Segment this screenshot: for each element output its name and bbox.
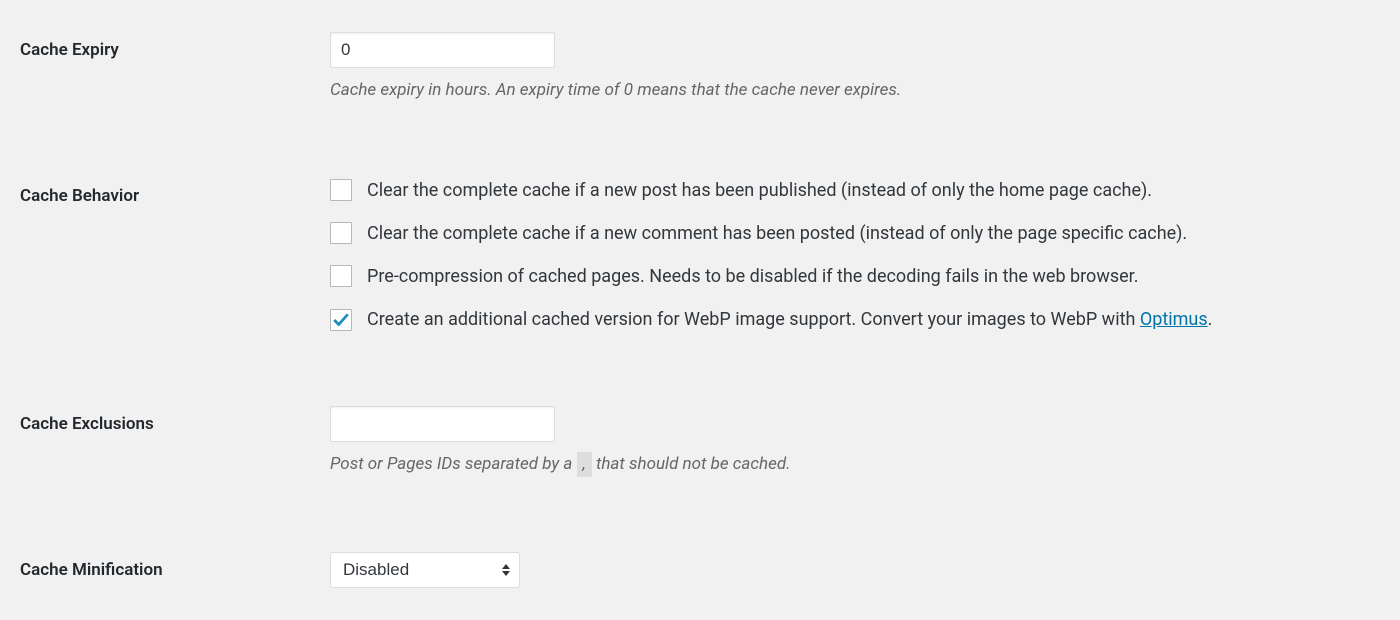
cache-exclusions-description: Post or Pages IDs separated by a , that … <box>330 452 1380 478</box>
cache-expiry-description: Cache expiry in hours. An expiry time of… <box>330 78 1380 104</box>
cache-exclusions-input[interactable] <box>330 406 555 442</box>
exclusions-desc-after: that should not be cached. <box>592 454 791 474</box>
behavior-option-precompression: Pre-compression of cached pages. Needs t… <box>330 264 1380 289</box>
behavior-option-webp: Create an additional cached version for … <box>330 307 1380 332</box>
cache-exclusions-label: Cache Exclusions <box>20 406 330 434</box>
cache-expiry-label: Cache Expiry <box>20 32 330 60</box>
cache-expiry-row: Cache Expiry Cache expiry in hours. An e… <box>0 20 1400 116</box>
behavior-option-clear-post: Clear the complete cache if a new post h… <box>330 178 1380 203</box>
cache-behavior-row: Cache Behavior Clear the complete cache … <box>0 166 1400 345</box>
minification-select-wrapper: Disabled <box>330 552 520 588</box>
cache-minification-label: Cache Minification <box>20 552 330 580</box>
behavior-option-clear-comment: Clear the complete cache if a new commen… <box>330 221 1380 246</box>
check-icon <box>332 311 350 329</box>
separator-char: , <box>577 452 592 476</box>
behavior-label-precompression: Pre-compression of cached pages. Needs t… <box>367 264 1138 289</box>
cache-minification-row: Cache Minification Disabled <box>0 540 1400 600</box>
cache-exclusions-row: Cache Exclusions Post or Pages IDs separ… <box>0 394 1400 490</box>
cache-expiry-content: Cache expiry in hours. An expiry time of… <box>330 32 1380 104</box>
behavior-checkbox-webp[interactable] <box>330 309 352 331</box>
cache-expiry-input[interactable] <box>330 32 555 68</box>
behavior-checkbox-clear-comment[interactable] <box>330 222 352 244</box>
behavior-webp-text-after: . <box>1208 309 1213 330</box>
behavior-checkbox-clear-post[interactable] <box>330 179 352 201</box>
optimus-link[interactable]: Optimus <box>1140 309 1208 330</box>
cache-minification-content: Disabled <box>330 552 1380 588</box>
cache-exclusions-content: Post or Pages IDs separated by a , that … <box>330 406 1380 478</box>
behavior-label-webp: Create an additional cached version for … <box>367 307 1212 332</box>
cache-minification-select[interactable]: Disabled <box>330 552 520 588</box>
behavior-webp-text-before: Create an additional cached version for … <box>367 309 1140 330</box>
behavior-label-clear-comment: Clear the complete cache if a new commen… <box>367 221 1187 246</box>
cache-behavior-content: Clear the complete cache if a new post h… <box>330 178 1380 333</box>
cache-behavior-label: Cache Behavior <box>20 178 330 206</box>
behavior-checkbox-precompression[interactable] <box>330 265 352 287</box>
exclusions-desc-before: Post or Pages IDs separated by a <box>330 454 577 474</box>
behavior-label-clear-post: Clear the complete cache if a new post h… <box>367 178 1152 203</box>
